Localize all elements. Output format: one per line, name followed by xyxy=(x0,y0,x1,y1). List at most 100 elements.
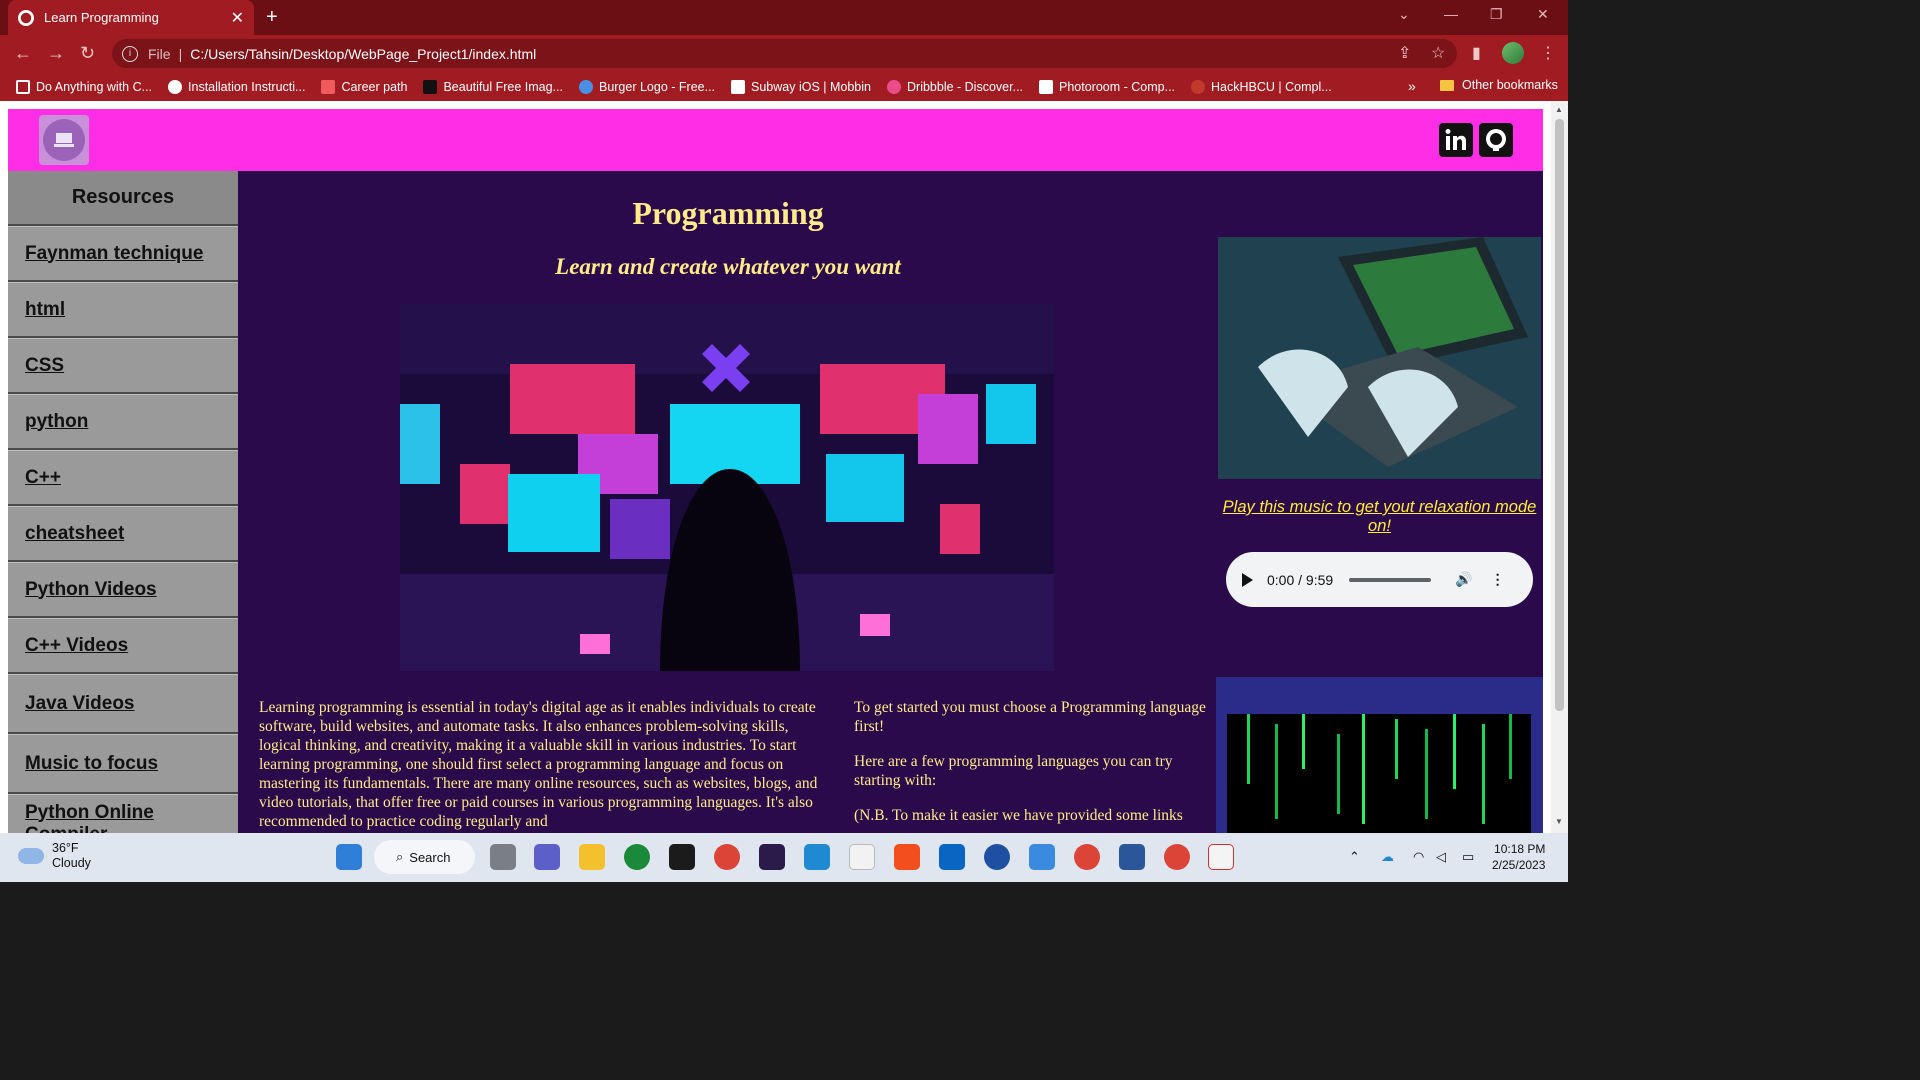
cloud-icon xyxy=(18,848,44,864)
browser-titlebar: Learn Programming ✕ + ⌄ — ❐ ✕ xyxy=(0,0,1568,35)
word-icon[interactable] xyxy=(1119,844,1145,870)
maximize-icon[interactable]: ❐ xyxy=(1490,6,1503,23)
battery-icon[interactable]: ▭ xyxy=(1462,849,1474,865)
bookmark-item[interactable]: Installation Instructi... xyxy=(168,79,306,94)
bookmark-item[interactable]: Dribbble - Discover... xyxy=(887,79,1023,94)
sidebar-item-cpp-videos[interactable]: C++ Videos xyxy=(8,618,238,674)
bookmark-label: Beautiful Free Imag... xyxy=(443,79,563,94)
bookmark-label: Do Anything with C... xyxy=(36,79,153,94)
pycharm-icon[interactable] xyxy=(669,844,695,870)
bookmark-star-icon[interactable]: ☆ xyxy=(1431,43,1445,63)
store-icon[interactable] xyxy=(849,844,875,870)
back-icon[interactable]: ← xyxy=(14,43,32,64)
onedrive-icon[interactable]: ☁ xyxy=(1381,849,1394,865)
bookmark-item[interactable]: Burger Logo - Free... xyxy=(578,79,715,94)
forward-icon[interactable]: → xyxy=(47,43,65,64)
play-icon[interactable] xyxy=(1242,572,1253,587)
photos-icon[interactable] xyxy=(1029,844,1055,870)
scroll-up-icon[interactable]: ▲ xyxy=(1555,105,1563,114)
chrome-active-icon[interactable] xyxy=(1164,844,1190,870)
languages-intro-text: Here are a few programming languages you… xyxy=(854,753,1173,789)
minimize-icon[interactable]: — xyxy=(1444,6,1458,22)
address-separator: | xyxy=(178,45,183,62)
info-icon[interactable]: i xyxy=(122,45,138,62)
matrix-code-video[interactable] xyxy=(1227,714,1531,833)
bookmark-label: Installation Instructi... xyxy=(188,79,306,94)
sidebar-item-cpp[interactable]: C++ xyxy=(8,450,238,506)
tab-search-icon[interactable]: ⌄ xyxy=(1398,6,1410,23)
snipping-tool-icon[interactable] xyxy=(1208,844,1234,870)
volume-tray-icon[interactable]: ◁ xyxy=(1436,849,1446,865)
more-options-icon[interactable]: ⋮ xyxy=(1491,571,1505,588)
bookmark-item[interactable]: HackHBCU | Compl... xyxy=(1191,79,1332,94)
note-text: (N.B. To make it easier we have provided… xyxy=(854,807,1183,824)
bookmark-item[interactable]: Subway iOS | Mobbin xyxy=(731,79,871,94)
show-hidden-icons-icon[interactable]: ⌃ xyxy=(1349,849,1360,865)
bookmarks-overflow-button[interactable]: » xyxy=(1408,78,1416,94)
file-label: File xyxy=(148,45,171,62)
taskbar-search[interactable]: ⌕ Search xyxy=(374,840,475,874)
audio-player: 0:00 / 9:59 🔊 ⋮ xyxy=(1226,552,1533,607)
reload-icon[interactable]: ↻ xyxy=(80,43,95,64)
app-icon[interactable] xyxy=(624,844,650,870)
audio-seek-slider[interactable] xyxy=(1349,577,1432,582)
task-view-icon[interactable] xyxy=(490,844,516,870)
system-clock[interactable]: 10:18 PM 2/25/2023 xyxy=(1492,841,1545,873)
search-label: Search xyxy=(409,849,451,865)
scroll-down-icon[interactable]: ▼ xyxy=(1555,817,1563,826)
bookmark-item[interactable]: Photoroom - Comp... xyxy=(1039,79,1175,94)
bookmark-label: Subway iOS | Mobbin xyxy=(751,79,871,94)
sidebar-item-python-videos[interactable]: Python Videos xyxy=(8,562,238,618)
sidebar-item-faynman-technique[interactable]: Faynman technique xyxy=(8,226,238,282)
clock-time: 10:18 PM xyxy=(1494,842,1546,856)
weather-widget[interactable]: 36°F Cloudy xyxy=(18,841,91,871)
address-bar[interactable]: i File | C:/Users/Tahsin/Desktop/WebPage… xyxy=(112,39,1457,68)
bookmark-item[interactable]: Beautiful Free Imag... xyxy=(423,79,563,94)
url-text[interactable]: C:/Users/Tahsin/Desktop/WebPage_Project1… xyxy=(190,46,536,62)
volume-icon[interactable]: 🔊 xyxy=(1455,571,1472,588)
menu-icon[interactable]: ⋮ xyxy=(1540,43,1556,63)
wifi-icon[interactable]: ◠ xyxy=(1413,849,1424,865)
outlook-icon[interactable] xyxy=(939,844,965,870)
tab-close-icon[interactable]: ✕ xyxy=(231,8,244,28)
intellij-icon[interactable] xyxy=(759,844,785,870)
other-bookmarks-label: Other bookmarks xyxy=(1462,78,1558,92)
sidebar-item-music-to-focus[interactable]: Music to focus xyxy=(8,734,238,794)
other-bookmarks[interactable]: Other bookmarks xyxy=(1440,78,1558,92)
new-tab-button[interactable]: + xyxy=(266,6,278,29)
chrome-profile-icon[interactable] xyxy=(1074,844,1100,870)
choose-language-text: To get started you must choose a Program… xyxy=(854,699,1206,735)
app-w-icon[interactable] xyxy=(984,844,1010,870)
page-subtitle: Learn and create whatever you want xyxy=(555,254,901,279)
sidebar-item-css[interactable]: CSS xyxy=(8,338,238,394)
linkedin-icon[interactable] xyxy=(1439,123,1473,157)
music-link[interactable]: Play this music to get yout relaxation m… xyxy=(1218,498,1541,536)
file-explorer-icon[interactable] xyxy=(579,844,605,870)
sidebar-item-python-online-compiler[interactable]: Python Online Compiler xyxy=(8,794,238,833)
mobbin-icon xyxy=(731,79,746,94)
windows-start-icon[interactable] xyxy=(336,844,362,870)
github-icon[interactable] xyxy=(1479,123,1513,157)
profile-avatar[interactable] xyxy=(1502,42,1524,64)
side-panel-icon[interactable]: ▮ xyxy=(1472,43,1481,63)
figma-icon[interactable] xyxy=(894,844,920,870)
sidebar-item-java-videos[interactable]: Java Videos xyxy=(8,674,238,734)
sidebar-item-python[interactable]: python xyxy=(8,394,238,450)
bookmarks-bar: Do Anything with C... Installation Instr… xyxy=(0,72,1568,101)
sidebar-item-cheatsheet[interactable]: cheatsheet xyxy=(8,506,238,562)
bookmark-item[interactable]: Do Anything with C... xyxy=(16,79,153,94)
browser-tab[interactable]: Learn Programming ✕ xyxy=(8,0,254,35)
chrome-icon[interactable] xyxy=(714,844,740,870)
close-window-icon[interactable]: ✕ xyxy=(1537,6,1549,23)
sidebar-item-html[interactable]: html xyxy=(8,282,238,338)
vscode-icon[interactable] xyxy=(804,844,830,870)
scrollbar-thumb[interactable] xyxy=(1555,119,1564,711)
windows-taskbar: 36°F Cloudy ⌕ Search ⌃ ☁ ◠ ◁ ▭ 10:18 PM … xyxy=(0,833,1568,882)
sidebar-heading: Resources xyxy=(8,171,238,226)
site-logo[interactable] xyxy=(39,115,89,165)
bookmark-item[interactable]: Career path xyxy=(321,79,407,94)
teams-icon[interactable] xyxy=(534,844,560,870)
share-icon[interactable]: ⇪ xyxy=(1398,43,1411,63)
weather-condition: Cloudy xyxy=(52,856,91,870)
page-scrollbar[interactable]: ▲ ▼ xyxy=(1551,101,1568,833)
